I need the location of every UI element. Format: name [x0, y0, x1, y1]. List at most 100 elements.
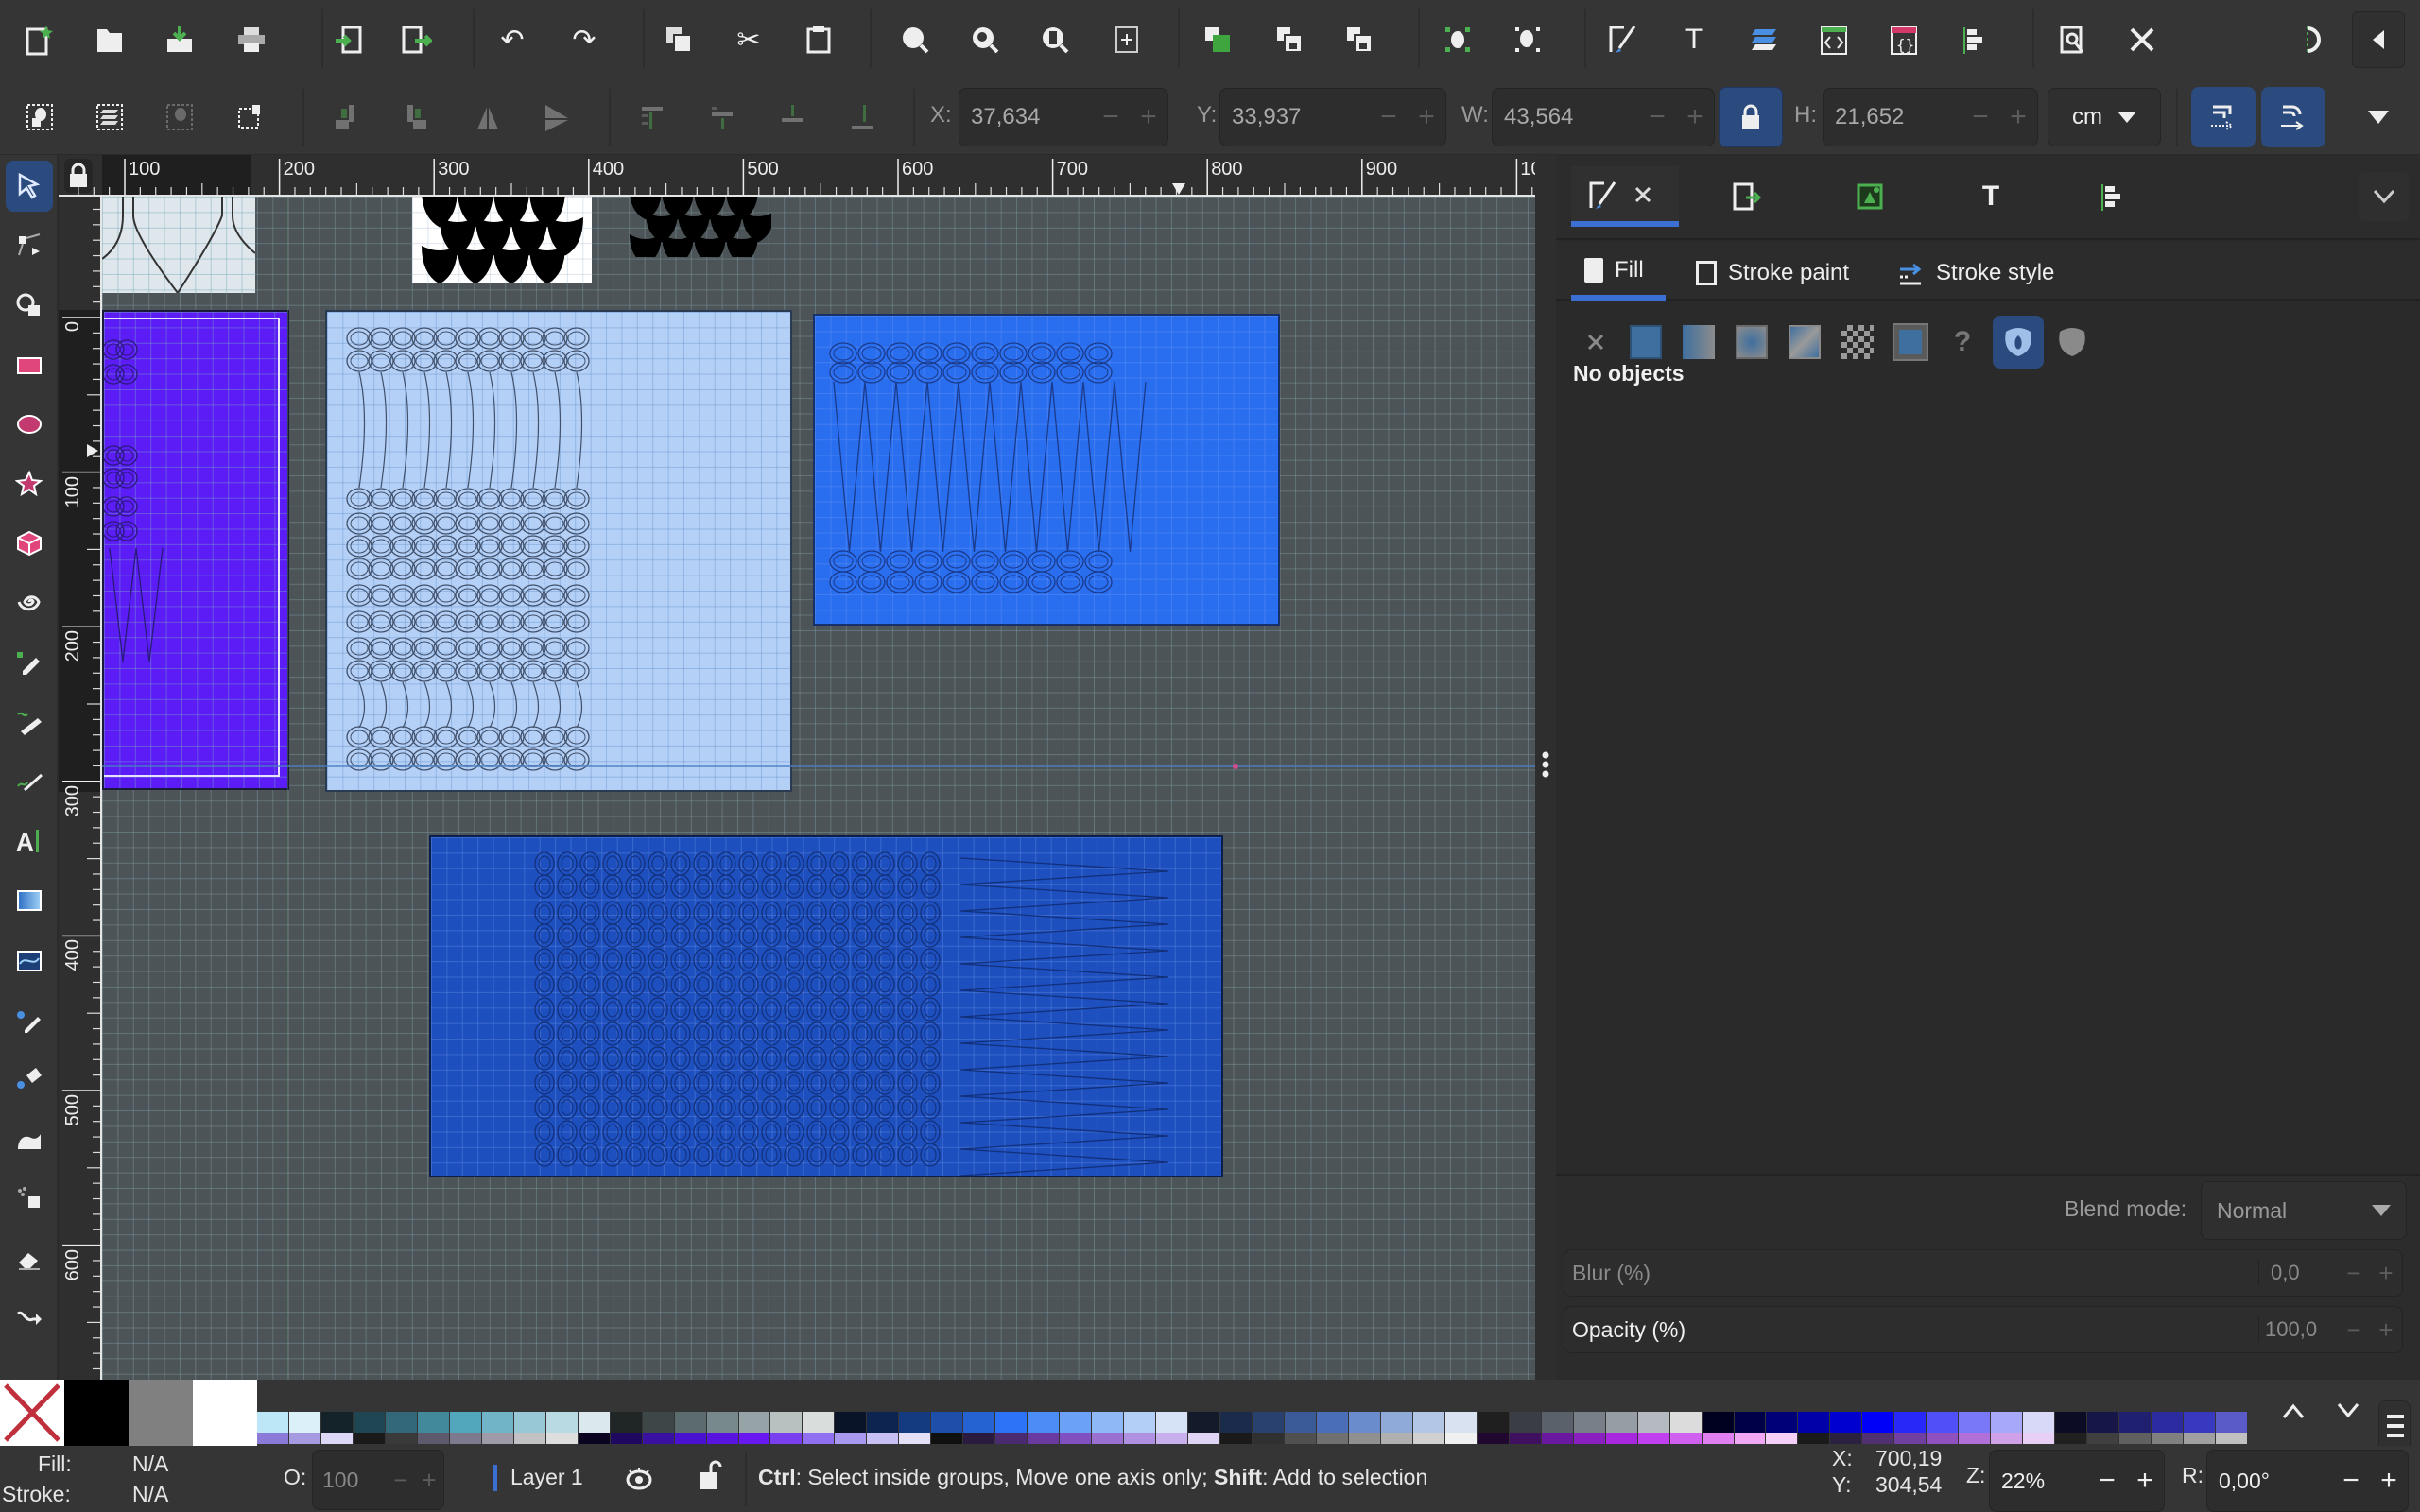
- fill-rule-evenodd-button[interactable]: [1993, 316, 2044, 369]
- rotate-ccw-button[interactable]: −: [2332, 1465, 2370, 1497]
- palette-swatch-tint[interactable]: [2087, 1433, 2119, 1444]
- palette-swatch-tint[interactable]: [995, 1433, 1028, 1444]
- canvas-object-curve-swatch[interactable]: [102, 197, 255, 293]
- palette-swatch-tint[interactable]: [2152, 1433, 2184, 1444]
- palette-swatch-tint[interactable]: [1830, 1433, 1862, 1444]
- canvas-object-scales-white[interactable]: [412, 197, 592, 284]
- palette-swatch-tint[interactable]: [1605, 1433, 1637, 1444]
- palette-swatch-tint[interactable]: [449, 1433, 481, 1444]
- y-decrement-button[interactable]: −: [1370, 101, 1408, 133]
- scale-stroke-toggle[interactable]: [2191, 87, 2256, 147]
- y-value[interactable]: 33,937: [1220, 104, 1370, 130]
- palette-swatch-tint[interactable]: [1316, 1433, 1348, 1444]
- paint-linear-gradient-button[interactable]: [1683, 325, 1715, 359]
- palette-swatch-tint[interactable]: [835, 1433, 867, 1444]
- select-all-icon[interactable]: [1433, 15, 1482, 64]
- subtab-stroke-style[interactable]: Stroke style: [1898, 246, 2054, 301]
- unclip-icon[interactable]: [1335, 15, 1384, 64]
- blend-mode-select[interactable]: Normal: [2201, 1181, 2407, 1240]
- gradient-tool[interactable]: [6, 875, 53, 926]
- 3d-box-tool[interactable]: [6, 518, 53, 569]
- palette-swatch-tint[interactable]: [1348, 1433, 1380, 1444]
- w-spinbox[interactable]: 43,564 − +: [1492, 88, 1715, 146]
- undo-icon[interactable]: ↶: [488, 15, 537, 64]
- document-properties-icon[interactable]: [2048, 15, 2097, 64]
- more-options-icon[interactable]: [2354, 93, 2403, 142]
- group-icon[interactable]: [1193, 15, 1242, 64]
- palette-swatch-tint[interactable]: [770, 1433, 803, 1444]
- palette-swatch-tint[interactable]: [320, 1433, 353, 1444]
- canvas-object-purple[interactable]: [102, 310, 289, 790]
- w-value[interactable]: 43,564: [1493, 104, 1638, 130]
- stroke-indicator-value[interactable]: N/A: [132, 1482, 168, 1507]
- select-same-icon[interactable]: [155, 93, 204, 142]
- blur-increment-button[interactable]: +: [2370, 1259, 2402, 1288]
- h-spinbox[interactable]: 21,652 − +: [1823, 88, 2038, 146]
- opacity-status-decrement[interactable]: −: [387, 1466, 415, 1495]
- palette-swatch-tint[interactable]: [610, 1433, 642, 1444]
- canvas-object-lightblue[interactable]: [325, 310, 792, 792]
- palette-swatch-tint[interactable]: [706, 1433, 738, 1444]
- paint-radial-gradient-button[interactable]: [1736, 325, 1768, 359]
- canvas[interactable]: [102, 197, 1535, 1380]
- paint-unset-button[interactable]: ?: [1944, 323, 1981, 361]
- tab-align[interactable]: [2087, 172, 2136, 221]
- spiral-tool[interactable]: [6, 576, 53, 627]
- canvas-object-scales-dark[interactable]: [620, 197, 771, 257]
- paint-none-button[interactable]: [1577, 323, 1615, 361]
- select-all-layers-icon[interactable]: [85, 93, 134, 142]
- ellipse-tool[interactable]: [6, 399, 53, 450]
- export-icon[interactable]: [391, 15, 441, 64]
- y-spinbox[interactable]: 33,937 − +: [1219, 88, 1446, 146]
- paint-mesh-button[interactable]: [1789, 325, 1821, 359]
- palette-swatch-tint[interactable]: [385, 1433, 417, 1444]
- palette-swatch-tint[interactable]: [1766, 1433, 1798, 1444]
- palette-swatch-tint[interactable]: [353, 1433, 385, 1444]
- palette-swatch-tint[interactable]: [1477, 1433, 1509, 1444]
- rotate-cw-button[interactable]: +: [2370, 1465, 2408, 1497]
- selector-tool[interactable]: [6, 161, 53, 212]
- palette-swatch-tint[interactable]: [867, 1433, 899, 1444]
- opacity-status-increment[interactable]: +: [415, 1466, 443, 1495]
- palette-swatch-tint[interactable]: [545, 1433, 578, 1444]
- cut-icon[interactable]: ✂: [724, 15, 773, 64]
- opacity-increment-button[interactable]: +: [2370, 1315, 2402, 1345]
- tab-text[interactable]: T: [1966, 172, 2015, 221]
- palette-swatch-tint[interactable]: [2023, 1433, 2055, 1444]
- palette-swatch-tint[interactable]: [481, 1433, 513, 1444]
- y-increment-button[interactable]: +: [1408, 101, 1445, 133]
- palette-swatch-tint[interactable]: [1637, 1433, 1669, 1444]
- spray-tool[interactable]: [6, 1172, 53, 1223]
- save-icon[interactable]: [155, 15, 204, 64]
- subtab-stroke-paint[interactable]: Stroke paint: [1696, 246, 1849, 301]
- rectangle-tool[interactable]: [6, 340, 53, 391]
- redo-icon[interactable]: ↷: [560, 15, 609, 64]
- connector-tool[interactable]: [6, 1291, 53, 1342]
- palette-swatch-tint[interactable]: [1927, 1433, 1959, 1444]
- paint-bucket-tool[interactable]: [6, 1053, 53, 1104]
- horizontal-guide[interactable]: [102, 765, 1535, 767]
- fill-indicator-value[interactable]: N/A: [132, 1452, 168, 1477]
- zoom-spinbox[interactable]: 22% − +: [1989, 1450, 2165, 1512]
- lower-to-bottom-icon[interactable]: [838, 93, 887, 142]
- opacity-decrement-button[interactable]: −: [2338, 1315, 2370, 1345]
- palette-swatch-tint[interactable]: [578, 1433, 610, 1444]
- palette-swatch-tint[interactable]: [513, 1433, 545, 1444]
- paint-flat-button[interactable]: [1630, 325, 1662, 359]
- rubberband-icon[interactable]: [225, 93, 274, 142]
- x-spinbox[interactable]: 37,634 − +: [959, 88, 1168, 146]
- eraser-tool[interactable]: [6, 1232, 53, 1283]
- w-increment-button[interactable]: +: [1676, 101, 1714, 133]
- unit-select[interactable]: cm: [2048, 88, 2161, 146]
- palette-swatch-tint[interactable]: [1156, 1433, 1188, 1444]
- clip-icon[interactable]: [1265, 15, 1314, 64]
- palette-swatch-tint[interactable]: [288, 1433, 320, 1444]
- x-decrement-button[interactable]: −: [1092, 101, 1130, 133]
- palette-swatch-tint[interactable]: [1188, 1433, 1220, 1444]
- raise-icon[interactable]: [698, 93, 747, 142]
- palette-swatch-tint[interactable]: [803, 1433, 835, 1444]
- tweak-tool[interactable]: [6, 1113, 53, 1164]
- open-file-icon[interactable]: [85, 15, 134, 64]
- flip-vertical-icon[interactable]: [531, 93, 580, 142]
- blur-slider[interactable]: Blur (%) 0,0 − +: [1564, 1249, 2403, 1297]
